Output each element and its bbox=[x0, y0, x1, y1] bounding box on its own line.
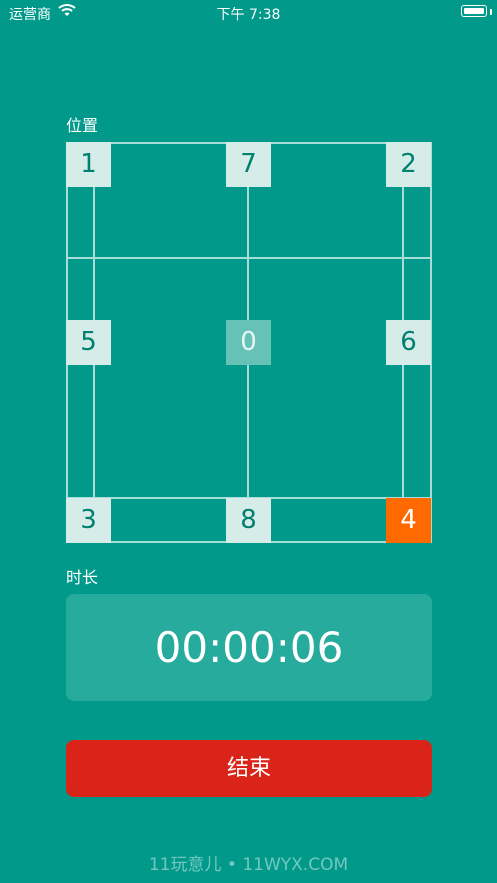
timer-display: 00:00:06 bbox=[66, 594, 432, 701]
position-tile-7: 7 bbox=[226, 142, 271, 187]
position-tile-1: 1 bbox=[66, 142, 111, 187]
position-label: 位置 bbox=[66, 116, 99, 135]
timer-value: 00:00:06 bbox=[154, 623, 344, 672]
status-time: 下午 7:38 bbox=[216, 7, 281, 23]
position-tile-8: 8 bbox=[226, 498, 271, 543]
position-tile-6: 6 bbox=[386, 320, 431, 365]
position-tile-0: 0 bbox=[226, 320, 271, 365]
position-tile-4-active: 4 bbox=[386, 498, 431, 543]
position-tile-2: 2 bbox=[386, 142, 431, 187]
status-bar: 运营商 下午 7:38 bbox=[0, 0, 497, 26]
duration-label: 时长 bbox=[66, 568, 99, 587]
position-tile-5: 5 bbox=[66, 320, 111, 365]
end-button-label: 结束 bbox=[226, 756, 271, 781]
battery-icon bbox=[461, 5, 487, 17]
watermark: 11玩意儿 • 11WYX.COM bbox=[148, 855, 349, 875]
position-grid: 1 7 2 5 0 6 3 8 4 bbox=[66, 142, 432, 543]
end-button[interactable]: 结束 bbox=[66, 740, 432, 797]
battery-cap bbox=[490, 9, 492, 15]
position-tile-3: 3 bbox=[66, 498, 111, 543]
